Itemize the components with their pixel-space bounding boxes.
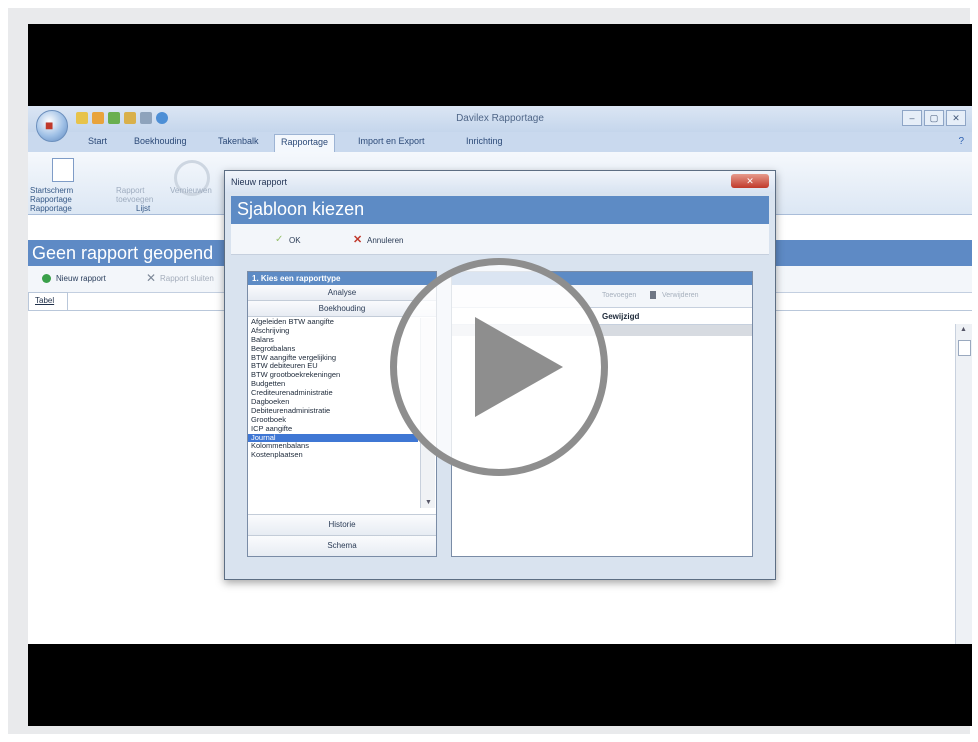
letterbox-top (28, 24, 972, 106)
letterbox-bottom (28, 644, 972, 726)
dialog-window-title: Nieuw rapport (231, 177, 288, 187)
sheet-tab-tabel[interactable]: Tabel (28, 292, 68, 310)
list-item[interactable]: Kostenplaatsen (248, 450, 418, 460)
ok-button[interactable]: OK (289, 236, 301, 245)
delete-template-button[interactable]: Verwijderen (662, 292, 699, 299)
tab-inrichting[interactable]: Inrichting (466, 136, 503, 146)
ribbon-tabs: Start Boekhouding Takenbalk Rapportage I… (28, 132, 972, 156)
close-button[interactable]: ✕ (946, 110, 966, 126)
play-button[interactable] (390, 258, 608, 476)
maximize-button[interactable]: ▢ (924, 110, 944, 126)
tab-boekhouding[interactable]: Boekhouding (134, 136, 187, 146)
tab-start[interactable]: Start (88, 136, 107, 146)
minimize-button[interactable]: – (902, 110, 922, 126)
dialog-header: Sjabloon kiezen (231, 196, 769, 224)
close-report-icon: ✕ (146, 271, 157, 285)
scroll-thumb[interactable] (958, 340, 971, 356)
add-template-button[interactable]: Toevoegen (602, 292, 636, 299)
new-report-button[interactable]: Nieuw rapport (56, 274, 106, 283)
column-gewijzigd[interactable]: Gewijzigd (602, 312, 639, 321)
dialog-heading: Sjabloon kiezen (237, 199, 365, 219)
group-schema[interactable]: Schema (248, 535, 436, 556)
application-orb-button[interactable]: ■ (36, 110, 68, 142)
tab-import-export[interactable]: Import en Export (358, 136, 425, 146)
dialog-close-button[interactable]: ✕ (731, 174, 769, 188)
start-screen-button[interactable]: Startscherm Rapportage (30, 186, 90, 204)
title-bar: Davilex Rapportage – ▢ ✕ (28, 106, 972, 132)
app-title: Davilex Rapportage (456, 113, 544, 124)
rapport-button[interactable]: Rapport toevoegen (116, 186, 158, 204)
window-controls: – ▢ ✕ (902, 110, 966, 126)
help-icon[interactable]: ? (958, 136, 964, 147)
play-icon (475, 317, 563, 417)
banner-title: Geen rapport geopend (32, 243, 214, 263)
scroll-up-icon[interactable]: ▲ (960, 326, 967, 333)
start-screen-icon[interactable] (52, 158, 74, 182)
cancel-icon: ✕ (353, 234, 363, 246)
close-report-button[interactable]: Rapport sluiten (160, 274, 214, 283)
check-icon: ✓ (275, 234, 284, 245)
tab-takenbalk[interactable]: Takenbalk (218, 136, 259, 146)
ribbon-group-lijst: Lijst (136, 204, 151, 213)
scroll-down-icon[interactable]: ▼ (425, 499, 432, 506)
vernieuwen-button[interactable]: Vernieuwen (170, 186, 212, 195)
new-report-icon (42, 274, 51, 283)
davilex-logo-icon: ■ (45, 117, 54, 133)
dialog-title-bar: Nieuw rapport ✕ (225, 171, 775, 193)
group-historie[interactable]: Historie (248, 514, 436, 535)
cancel-button[interactable]: Annuleren (367, 236, 403, 245)
ribbon-group-rapportage: Rapportage (30, 204, 72, 213)
vertical-scrollbar[interactable]: ▲ (955, 324, 972, 644)
trash-icon (650, 291, 656, 299)
dialog-action-bar: ✓ OK ✕ Annuleren (231, 224, 769, 255)
